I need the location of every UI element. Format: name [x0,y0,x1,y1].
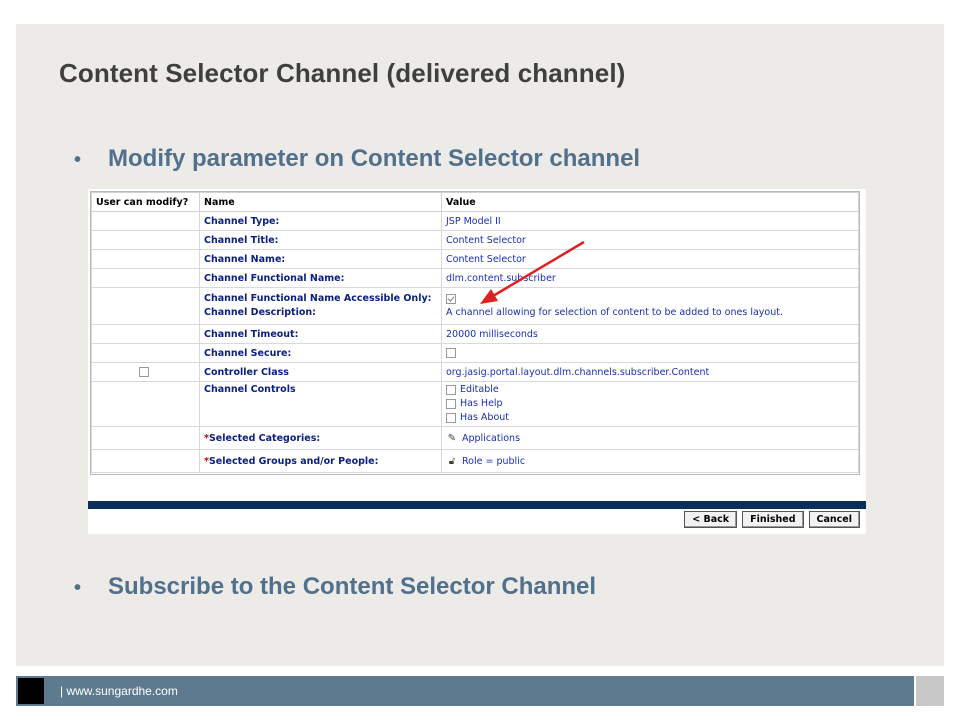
bullet-1: • Modify parameter on Content Selector ch… [74,145,640,173]
table-row: Channel Title: Content Selector [91,230,859,250]
param-name: Channel Functional Name: [199,268,442,288]
editable-checkbox[interactable] [446,384,456,395]
table-row: Channel Functional Name Accessible Only:… [91,287,859,325]
param-name: Channel Secure: [199,343,442,363]
param-value: dlm.content.subscriber [441,268,859,288]
controller-class-modify-checkbox[interactable] [138,367,149,377]
parameters-table: User can modify? Name Value Channel Type… [91,192,859,473]
param-value: org.jasig.portal.layout.dlm.channels.sub… [441,362,859,382]
selected-groups-link[interactable]: Role = public [462,456,525,467]
param-value: A channel allowing for selection of cont… [446,307,783,318]
wizard-buttons: < Back Finished Cancel [684,511,860,528]
table-row: *Selected Categories: ✎ Applications [91,426,859,450]
has-about-checkbox[interactable] [446,412,456,423]
param-value: JSP Model II [441,211,859,231]
footer-url: | www.sungardhe.com [60,684,178,698]
has-help-label: Has Help [460,398,503,409]
slide-title: Content Selector Channel (delivered chan… [59,58,626,88]
channel-parameters-screenshot: User can modify? Name Value Channel Type… [88,189,866,534]
param-name: Channel Title: [199,230,442,250]
param-value: 20000 milliseconds [441,324,859,344]
header-value: Value [441,192,859,212]
footer-grey-square [916,676,944,706]
accessible-only-checkbox[interactable] [446,293,456,304]
cancel-button[interactable]: Cancel [808,511,860,528]
table-row: Channel Secure: [91,343,859,363]
slide: Content Selector Channel (delivered chan… [16,24,944,666]
footer-black-square [18,678,44,704]
param-name: Channel Description: [204,307,316,318]
channel-secure-checkbox[interactable] [446,348,456,358]
param-name: Selected Groups and/or People: [208,455,379,467]
header-name: Name [199,192,442,212]
finished-button[interactable]: Finished [742,511,804,528]
back-button[interactable]: < Back [684,511,738,528]
param-value: Content Selector [441,249,859,269]
table-header-row: User can modify? Name Value [91,192,859,212]
bullet-2-text: Subscribe to the Content Selector Channe… [108,573,597,600]
footer-bar: | www.sungardhe.com [16,676,914,706]
param-name: Channel Type: [199,211,442,231]
has-help-checkbox[interactable] [446,398,456,409]
footer-navy-bar [88,501,866,509]
param-name: Selected Categories: [208,432,321,444]
bullet-dot: • [74,149,82,171]
table-row: Controller Class org.jasig.portal.layout… [91,362,859,382]
has-about-label: Has About [460,412,510,423]
param-name: Channel Functional Name Accessible Only: [204,293,432,304]
parameters-table-frame: User can modify? Name Value Channel Type… [90,191,860,475]
param-name: Channel Name: [199,249,442,269]
table-row: *Selected Groups and/or People: 🔓︎ Role =… [91,449,859,473]
table-row: Channel Functional Name: dlm.content.sub… [91,268,859,288]
header-user-can-modify: User can modify? [91,192,200,212]
param-value: Content Selector [441,230,859,250]
table-row: Channel Timeout: 20000 milliseconds [91,324,859,344]
bullet-dot: • [74,577,82,599]
param-name: Channel Timeout: [199,324,442,344]
table-row: Channel Name: Content Selector [91,249,859,269]
editable-label: Editable [460,384,499,395]
param-name: Controller Class [199,362,442,382]
param-name: Channel Controls [199,381,442,427]
folder-icon: ✎ [447,432,457,444]
bullet-1-text: Modify parameter on Content Selector cha… [108,145,641,172]
table-row: Channel Type: JSP Model II [91,211,859,231]
bullet-2: • Subscribe to the Content Selector Chann… [74,573,596,601]
table-row: Channel Controls Editable Has Help Has A… [91,381,859,427]
selected-categories-link[interactable]: Applications [462,433,520,444]
lock-icon: 🔓︎ [448,455,456,467]
